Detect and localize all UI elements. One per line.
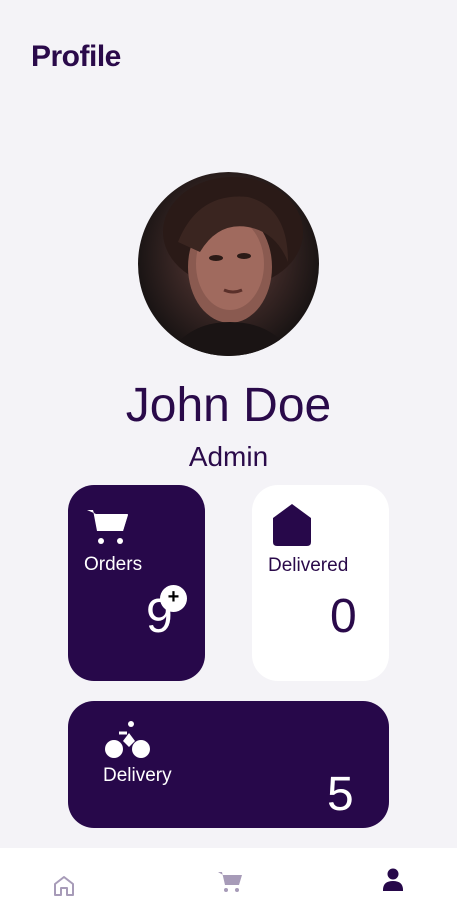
bike-icon [105, 721, 151, 764]
bottom-nav [0, 848, 457, 916]
cart-icon [218, 871, 242, 898]
nav-home[interactable] [34, 854, 94, 916]
delivered-card[interactable]: Delivered 0 [252, 485, 389, 681]
delivery-label: Delivery [103, 765, 172, 786]
delivery-count: 5 [327, 768, 354, 821]
profile-screen: Profile John Doe Admin Orders 9 + Delive… [0, 0, 457, 916]
user-name: John Doe [125, 379, 332, 432]
person-icon [382, 868, 404, 897]
house-icon [273, 504, 311, 551]
page-title: Profile [31, 40, 121, 73]
delivery-card[interactable]: Delivery 5 [68, 701, 389, 828]
delivered-label: Delivered [268, 555, 349, 576]
nav-cart[interactable] [200, 850, 260, 916]
orders-card[interactable]: Orders 9 + [68, 485, 205, 681]
nav-profile[interactable] [363, 848, 423, 916]
user-role: Admin [188, 441, 269, 472]
orders-label: Orders [84, 554, 143, 575]
delivered-count: 0 [330, 590, 357, 643]
cart-icon [87, 509, 129, 550]
avatar [138, 172, 319, 356]
add-order-button[interactable]: + [160, 585, 187, 612]
home-icon [52, 874, 76, 903]
user-photo-icon [163, 177, 303, 356]
